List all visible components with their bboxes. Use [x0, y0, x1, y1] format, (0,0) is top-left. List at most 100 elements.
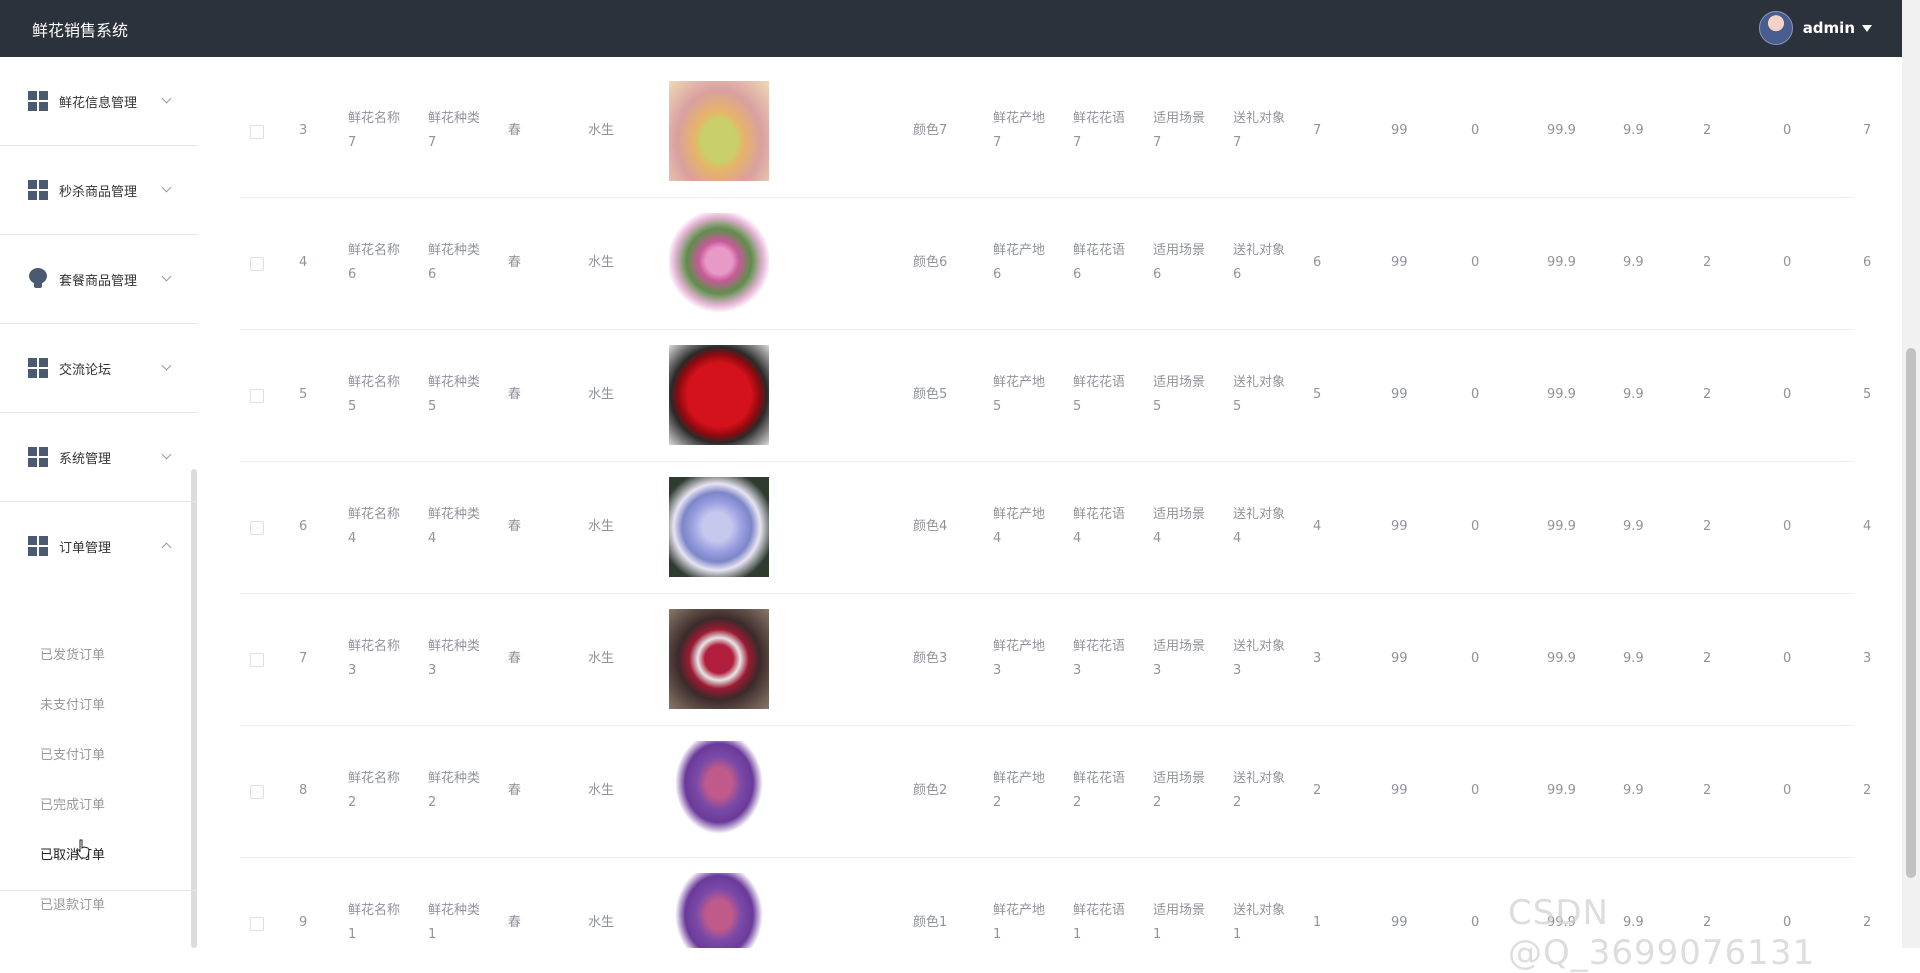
cell-text: 鲜花产地: [993, 375, 1046, 390]
cell-target: 送礼对象 2: [1233, 767, 1285, 815]
sidebar-group-flower-info[interactable]: 鲜花信息管理: [0, 57, 198, 146]
cell-text: 4: [1153, 531, 1162, 546]
cell-v2: 99: [1391, 519, 1408, 534]
cell-v4: 99.9: [1547, 651, 1576, 666]
cell-v6: 2: [1703, 123, 1712, 138]
cell-index: 5: [299, 387, 308, 402]
flower-image[interactable]: [669, 345, 769, 445]
cell-kind: 鲜花种类 4: [428, 503, 480, 551]
cell-target: 送礼对象 7: [1233, 107, 1285, 155]
sidebar-group-system[interactable]: 系统管理: [0, 413, 198, 502]
flower-image[interactable]: [669, 213, 769, 313]
cell-color: 颜色6: [913, 255, 948, 270]
sidebar-item-paid-orders[interactable]: 已支付订单: [40, 744, 105, 763]
cell-v5: 9.9: [1623, 123, 1644, 138]
sidebar-item-unpaid-orders[interactable]: 未支付订单: [40, 694, 105, 713]
cell-origin: 鲜花产地 6: [993, 239, 1045, 287]
flower-image[interactable]: [669, 477, 769, 577]
sidebar-item-completed-orders[interactable]: 已完成订单: [40, 794, 105, 813]
cell-text: 7: [1233, 135, 1242, 150]
cell-v4: 99.9: [1547, 255, 1576, 270]
flower-image[interactable]: [669, 741, 769, 841]
sidebar-item-cancelled-orders[interactable]: 已取消订单: [40, 844, 105, 863]
user-menu[interactable]: admin: [1758, 11, 1872, 45]
cell-habit: 水生: [588, 783, 615, 798]
cell-text: 鲜花产地: [993, 507, 1046, 522]
sidebar-group-flash-sale[interactable]: 秒杀商品管理: [0, 146, 198, 235]
cell-v7: 0: [1783, 651, 1792, 666]
sidebar-item-refunded-orders[interactable]: 已退款订单: [40, 894, 105, 913]
cell-origin: 鲜花产地 7: [993, 107, 1045, 155]
cell-kind: 鲜花种类 2: [428, 767, 480, 815]
cell-text: 适用场景: [1153, 243, 1206, 258]
cell-v6: 2: [1703, 255, 1712, 270]
cell-text: 鲜花产地: [993, 111, 1046, 126]
cell-name: 鲜花名称 2: [348, 767, 400, 815]
cell-v8: 6: [1863, 255, 1872, 270]
cell-text: 适用场景: [1153, 111, 1206, 126]
cell-language: 鲜花花语 7: [1073, 107, 1125, 155]
table-row[interactable]: 6 鲜花名称 4 鲜花种类 4 春 水生 颜色4 鲜花产地 4 鲜花花语 4 适用场景 4 送礼对象 4 4 99…: [240, 462, 1871, 594]
caret-down-icon[interactable]: [1862, 24, 1872, 32]
cell-v6: 2: [1703, 651, 1712, 666]
cell-text: 4: [1073, 531, 1082, 546]
cell-target: 送礼对象 6: [1233, 239, 1285, 287]
chevron-up-icon: [161, 542, 172, 553]
cell-index: 9: [299, 915, 308, 930]
cell-text: 3: [1153, 663, 1162, 678]
cell-text: 鲜花产地: [993, 771, 1046, 786]
sidebar-item-shipped-orders[interactable]: 已发货订单: [40, 644, 105, 663]
cell-text: 1: [1153, 927, 1162, 942]
cell-v7: 0: [1783, 123, 1792, 138]
flower-image[interactable]: [669, 873, 769, 948]
cell-v3: 0: [1471, 651, 1480, 666]
row-checkbox[interactable]: [250, 125, 264, 139]
row-checkbox[interactable]: [250, 257, 264, 271]
cell-origin: 鲜花产地 4: [993, 503, 1045, 551]
table-row[interactable]: 3 鲜花名称 7 鲜花种类 7 春 水生 颜色7 鲜花产地 7 鲜花花语 7 适用场景 7 送礼对象 7 7 99…: [240, 66, 1871, 198]
cell-v1: 7: [1313, 123, 1322, 138]
table-row[interactable]: 8 鲜花名称 2 鲜花种类 2 春 水生 颜色2 鲜花产地 2 鲜花花语 2 适用场景 2 送礼对象 2 2 99…: [240, 726, 1871, 858]
cell-text: 6: [1153, 267, 1162, 282]
cell-text: 4: [428, 531, 437, 546]
table-row[interactable]: 7 鲜花名称 3 鲜花种类 3 春 水生 颜色3 鲜花产地 3 鲜花花语 3 适用场景 3 送礼对象 3 3 99…: [240, 594, 1871, 726]
cell-text: 4: [348, 531, 357, 546]
avatar[interactable]: [1758, 11, 1793, 45]
row-checkbox[interactable]: [250, 785, 264, 799]
cell-language: 鲜花花语 4: [1073, 503, 1125, 551]
cell-scene: 适用场景 2: [1153, 767, 1205, 815]
cell-v6: 2: [1703, 519, 1712, 534]
cell-text: 送礼对象: [1233, 375, 1286, 390]
cell-text: 1: [1073, 927, 1082, 942]
sidebar-group-forum[interactable]: 交流论坛: [0, 324, 198, 413]
cell-text: 鲜花名称: [348, 243, 401, 258]
cell-text: 4: [993, 531, 1002, 546]
cell-index: 6: [299, 519, 308, 534]
page-scrollbar[interactable]: [1902, 0, 1920, 948]
cell-color: 颜色5: [913, 387, 948, 402]
row-checkbox[interactable]: [250, 521, 264, 535]
cell-text: 2: [993, 795, 1002, 810]
username[interactable]: admin: [1803, 19, 1855, 37]
cell-season: 春: [508, 651, 522, 666]
cell-text: 鲜花花语: [1073, 639, 1126, 654]
sidebar-group-package[interactable]: 套餐商品管理: [0, 235, 198, 324]
row-checkbox[interactable]: [250, 917, 264, 931]
table-row[interactable]: 5 鲜花名称 5 鲜花种类 5 春 水生 颜色5 鲜花产地 5 鲜花花语 5 适用场景 5 送礼对象 5 5 99…: [240, 330, 1871, 462]
chevron-down-icon: [161, 93, 172, 104]
cell-target: 送礼对象 3: [1233, 635, 1285, 683]
cell-v7: 0: [1783, 783, 1792, 798]
page-scrollbar-thumb[interactable]: [1906, 348, 1916, 878]
cell-text: 2: [428, 795, 437, 810]
cell-v5: 9.9: [1623, 651, 1644, 666]
chevron-down-icon: [161, 182, 172, 193]
table-row[interactable]: 4 鲜花名称 6 鲜花种类 6 春 水生 颜色6 鲜花产地 6 鲜花花语 6 适用场景 6 送礼对象 6 6 99…: [240, 198, 1871, 330]
row-checkbox[interactable]: [250, 653, 264, 667]
cell-text: 送礼对象: [1233, 639, 1286, 654]
row-checkbox[interactable]: [250, 389, 264, 403]
sidebar-group-orders[interactable]: 订单管理 已发货订单 未支付订单 已支付订单 已完成订单 已取消订单 已退款订单: [0, 502, 198, 913]
flower-image[interactable]: [669, 609, 769, 709]
cell-text: 送礼对象: [1233, 903, 1286, 918]
cell-origin: 鲜花产地 2: [993, 767, 1045, 815]
flower-image[interactable]: [669, 81, 769, 181]
